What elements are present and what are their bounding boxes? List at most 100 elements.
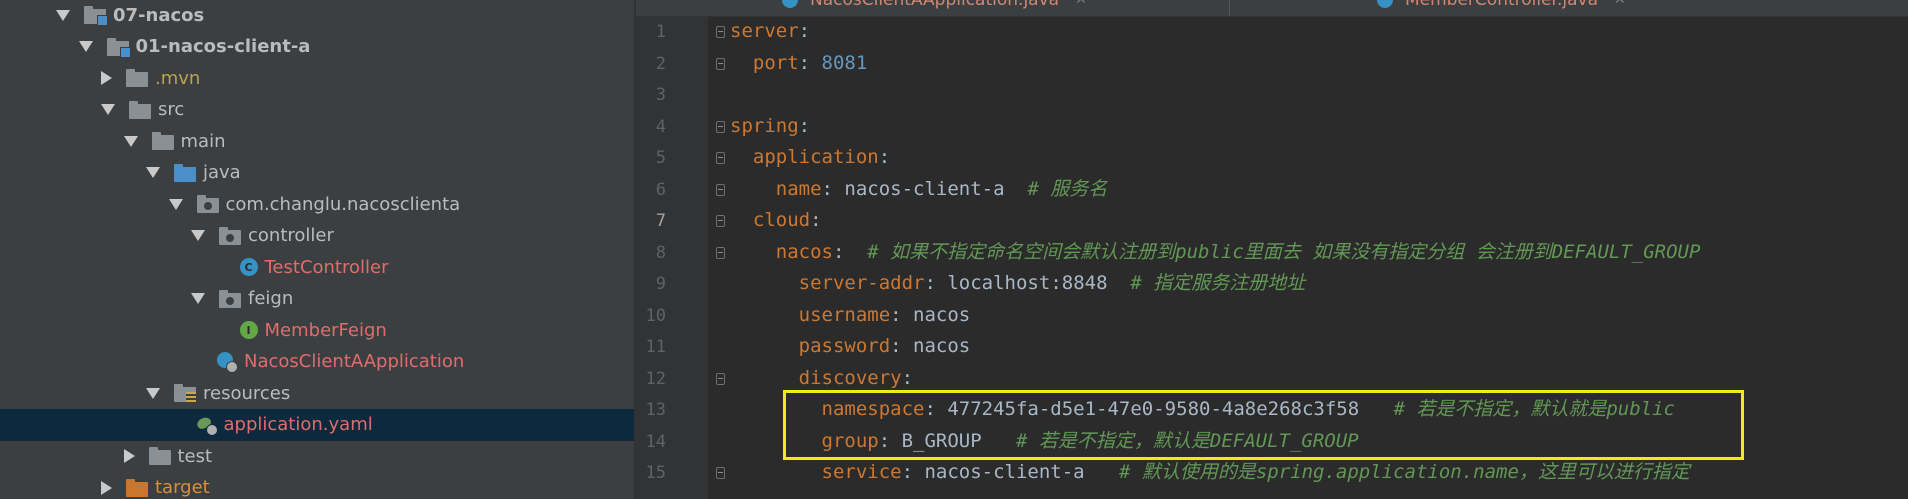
code-line[interactable]: spring: <box>730 111 810 142</box>
line-number: 3 <box>655 85 666 105</box>
fold-marker-icon[interactable] <box>716 372 725 385</box>
tree-item[interactable]: resources <box>0 377 634 409</box>
code-line[interactable]: server-addr: localhost:8848 # 指定服务注册地址 <box>730 268 1306 299</box>
expanded-arrow-icon[interactable] <box>56 9 70 21</box>
line-number: 12 <box>645 368 666 389</box>
fold-marker-icon[interactable] <box>716 215 725 227</box>
fold-marker-icon[interactable] <box>716 26 725 38</box>
tree-item-label: controller <box>248 225 334 246</box>
code-text: : nacos-client-a <box>821 177 1028 200</box>
tree-item-label: resources <box>203 382 291 404</box>
tree-item[interactable]: java <box>0 157 634 189</box>
line-number: 8 <box>655 242 666 263</box>
code-line[interactable]: nacos: # 如果不指定命名空间会默认注册到public里面去 如果没有指定… <box>730 237 1701 268</box>
expanded-arrow-icon[interactable] <box>191 293 205 304</box>
tree-item[interactable]: I MemberFeign <box>0 314 634 346</box>
editor-tab-bar: NacosClientAApplication.java ✕ MemberCon… <box>636 0 1908 17</box>
tree-item-label: com.changlu.nacosclienta <box>225 193 461 215</box>
code-line[interactable]: server: <box>730 16 810 47</box>
fold-marker-icon[interactable] <box>716 152 725 164</box>
code-line[interactable]: cloud: <box>730 205 822 236</box>
tree-item[interactable]: src <box>0 94 634 126</box>
fold-marker-icon[interactable] <box>716 57 725 70</box>
collapsed-arrow-icon[interactable] <box>101 480 112 495</box>
line-number: 10 <box>645 305 666 326</box>
tree-item[interactable]: feign <box>0 283 634 315</box>
close-icon[interactable]: ✕ <box>1614 0 1626 8</box>
expanded-arrow-icon[interactable] <box>146 167 160 178</box>
collapsed-arrow-icon[interactable] <box>123 449 135 463</box>
resources-folder-icon <box>174 384 196 402</box>
code-line[interactable]: namespace: 477245fa-d5e1-47e0-9580-4a8e2… <box>730 394 1675 425</box>
expanded-arrow-icon[interactable] <box>168 198 183 210</box>
code-text: : 477245fa-d5e1-47e0-9580-4a8e268c3f58 <box>924 398 1394 420</box>
folder-icon <box>129 100 151 119</box>
tree-item[interactable]: 07-nacos <box>0 0 634 31</box>
code-text: : <box>798 51 822 74</box>
tree-item[interactable]: 01-nacos-client-a <box>0 31 634 63</box>
code-line[interactable]: username: nacos <box>730 300 971 331</box>
line-number: 7 <box>655 211 666 231</box>
code-comment: # 指定服务注册地址 <box>1130 272 1306 294</box>
expanded-arrow-icon[interactable] <box>146 387 160 399</box>
tree-item[interactable]: com.changlu.nacosclienta <box>0 188 634 220</box>
expanded-arrow-icon[interactable] <box>78 41 93 52</box>
expanded-arrow-icon[interactable] <box>123 135 138 147</box>
code-text: : nacos <box>890 303 971 326</box>
tree-item[interactable]: NacosClientAApplication <box>0 346 634 378</box>
project-tree-panel[interactable]: 07-nacos 01-nacos-client-a .mvn src main java… <box>0 0 634 499</box>
fold-marker-icon[interactable] <box>716 246 725 259</box>
code-comment: # 若是不指定，默认是DEFAULT_GROUP <box>1016 429 1359 452</box>
code-text: : <box>832 240 868 263</box>
folder-icon <box>126 69 148 87</box>
module-icon <box>106 37 131 58</box>
code-line[interactable]: discovery: <box>730 363 913 394</box>
tree-item[interactable]: controller <box>0 220 634 252</box>
tree-item-label: NacosClientAApplication <box>244 351 465 372</box>
code-text: : nacos-client-a <box>901 461 1119 483</box>
fold-marker-icon[interactable] <box>716 467 725 479</box>
tree-item-label: .mvn <box>155 67 201 89</box>
yaml-key: discovery <box>798 366 902 389</box>
code-comment: # 默认使用的是spring.application.name，这里可以进行指定 <box>1118 461 1690 483</box>
code-text: : nacos <box>890 335 971 357</box>
code-text: : <box>798 114 811 137</box>
fold-marker-icon[interactable] <box>716 120 725 133</box>
code-line[interactable]: group: B_GROUP # 若是不指定，默认是DEFAULT_GROUP <box>730 426 1359 457</box>
tree-item[interactable]: application.yaml <box>0 408 634 441</box>
yaml-key: application <box>752 146 879 168</box>
expanded-arrow-icon[interactable] <box>191 230 205 241</box>
source-folder-icon <box>174 163 196 182</box>
yaml-key: service <box>821 461 902 483</box>
close-icon[interactable]: ✕ <box>1075 0 1087 8</box>
code-line[interactable]: application: <box>730 142 890 173</box>
package-icon <box>219 226 241 245</box>
excluded-folder-icon <box>126 478 148 497</box>
spring-yaml-icon <box>195 416 218 436</box>
code-line[interactable]: port: 8081 <box>730 48 867 79</box>
code-line[interactable]: service: nacos-client-a # 默认使用的是spring.a… <box>730 457 1690 488</box>
tree-item[interactable]: .mvn <box>0 62 634 94</box>
yaml-key: username <box>798 303 891 326</box>
tree-item[interactable]: target <box>0 472 634 499</box>
editor-tab[interactable]: NacosClientAApplication.java ✕ <box>782 0 1087 16</box>
tree-item[interactable]: main <box>0 125 634 157</box>
collapsed-arrow-icon[interactable] <box>101 71 112 85</box>
tree-item[interactable]: test <box>0 440 634 472</box>
code-editor[interactable]: server: port: 8081 spring: application: n… <box>708 16 1908 499</box>
package-icon <box>219 289 241 308</box>
code-line[interactable]: password: nacos <box>730 331 971 362</box>
fold-marker-icon[interactable] <box>716 183 725 196</box>
code-line[interactable]: name: nacos-client-a # 服务名 <box>730 174 1108 205</box>
editor-tab[interactable]: MemberController.java ✕ <box>1377 0 1626 16</box>
expanded-arrow-icon[interactable] <box>101 104 115 115</box>
yaml-key: cloud <box>752 209 811 231</box>
tree-item[interactable]: C TestController <box>0 251 634 283</box>
line-number: 4 <box>655 116 666 137</box>
